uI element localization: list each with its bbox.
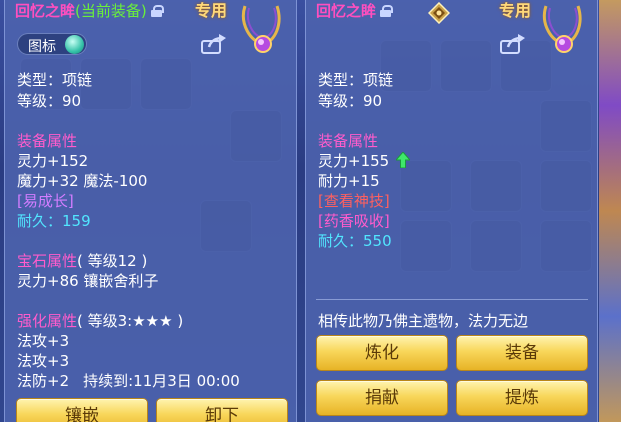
gem-attr: 灵力+86 镶嵌舍利子 — [17, 272, 159, 290]
enhance-line: 法攻+3 — [17, 352, 70, 370]
enhance-last-line: 法防+2 持续到:11月3日 00:00 — [17, 371, 240, 391]
item-description: 相传此物乃佛主遗物，法力无边 — [318, 312, 529, 330]
gem-level: ( 等级12 ) — [77, 252, 148, 270]
inlay-button[interactable]: 镶嵌 — [16, 398, 148, 422]
equipped-tag: (当前装备) — [75, 2, 147, 20]
gem-section-title: 宝石属性( 等级12 ) — [17, 251, 147, 271]
icon-toggle-label: 图标 — [28, 39, 56, 55]
view-divine-skill-link[interactable]: [查看神技] — [318, 191, 390, 211]
lock-icon[interactable] — [150, 5, 164, 17]
donate-button[interactable]: 捐献 — [316, 380, 448, 416]
gem-header: 宝石属性 — [17, 252, 78, 270]
item-level: 等级：90 — [17, 92, 82, 110]
extract-button[interactable]: 提炼 — [456, 380, 588, 416]
divider — [316, 299, 588, 300]
unequip-button[interactable]: 卸下 — [156, 398, 288, 422]
enhance-duration: 持续到:11月3日 00:00 — [83, 372, 240, 390]
enhance-section-title: 强化属性( 等级3:★★★ ) — [17, 311, 183, 331]
attr-line: 耐力+15 — [318, 172, 380, 190]
item-type: 类型：项链 — [318, 71, 394, 89]
item-title: 回忆之眸(当前装备) — [15, 1, 164, 21]
attr-header: 装备属性 — [17, 132, 78, 150]
compare-item-tooltip: 回忆之眸 专用 类型：项链 等级：90 装备属性 灵力+155 耐力+15 [查… — [305, 0, 598, 422]
enhance-level: ( 等级3:★★★ ) — [77, 312, 184, 330]
up-arrow-icon — [395, 152, 410, 168]
attr-line: 灵力+155 — [318, 152, 390, 170]
badge-icon — [428, 2, 450, 24]
necklace-icon — [543, 5, 582, 53]
attr-line-improved: 灵力+155 — [318, 151, 410, 171]
icon-toggle-orb — [65, 35, 84, 54]
share-icon[interactable] — [500, 34, 526, 54]
refine-button[interactable]: 炼化 — [316, 335, 448, 371]
attr-line: 灵力+152 — [17, 152, 89, 170]
durability: 耐久：550 — [318, 232, 392, 250]
necklace-icon — [242, 5, 281, 53]
item-level: 等级：90 — [318, 92, 383, 110]
equip-button[interactable]: 装备 — [456, 335, 588, 371]
icon-toggle[interactable]: 图标 — [17, 33, 87, 55]
attr-line: 魔力+32 魔法-100 — [17, 172, 148, 190]
equipped-item-tooltip: 回忆之眸(当前装备) 专用 图标 类型：项链 等级：90 装备属性 灵力+152… — [4, 0, 297, 422]
exclusive-label: 专用 — [195, 1, 228, 20]
item-name: 回忆之眸 — [15, 2, 76, 20]
enhance-line: 法攻+3 — [17, 332, 70, 350]
share-icon[interactable] — [201, 34, 227, 54]
enhance-line: 法防+2 — [17, 372, 70, 390]
attr-header: 装备属性 — [318, 132, 379, 150]
item-name: 回忆之眸 — [316, 2, 377, 20]
item-type: 类型：项链 — [17, 71, 93, 89]
exclusive-label: 专用 — [499, 1, 532, 20]
item-title: 回忆之眸 — [316, 1, 394, 21]
durability: 耐久：159 — [17, 212, 91, 230]
enhance-header: 强化属性 — [17, 312, 78, 330]
special-effect-link[interactable]: [药香吸收] — [318, 211, 390, 231]
special-skill-link[interactable]: [易成长] — [17, 191, 74, 211]
lock-icon[interactable] — [380, 5, 394, 17]
